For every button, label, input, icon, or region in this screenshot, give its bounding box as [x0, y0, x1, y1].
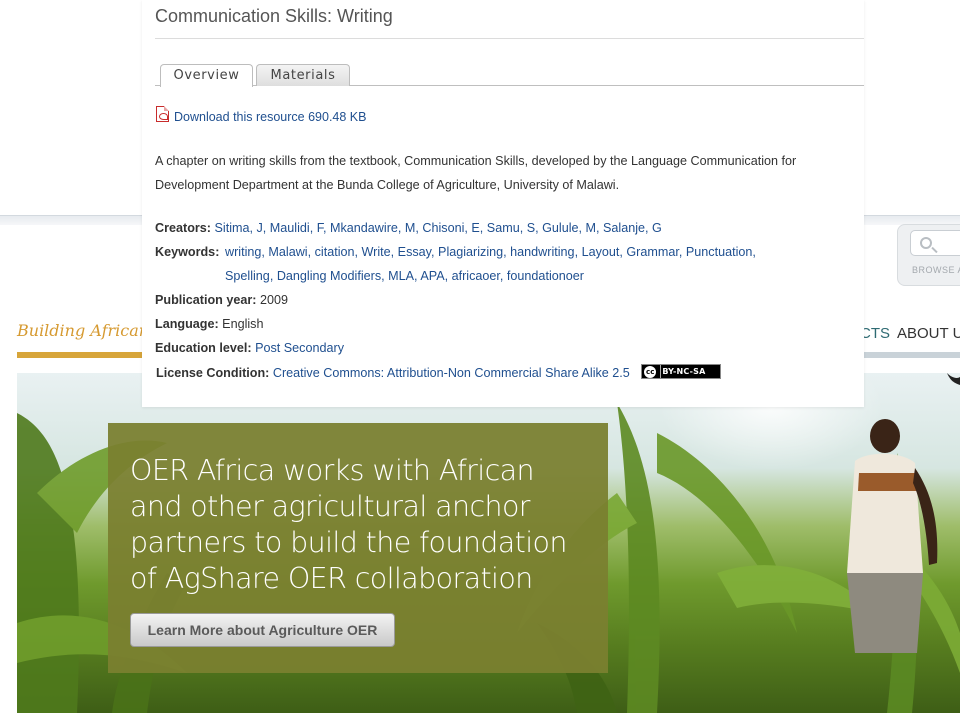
pdf-icon: [156, 106, 169, 122]
page-title: Communication Skills: Writing: [155, 6, 393, 26]
site-tagline: Building African: [17, 321, 150, 340]
keywords-label: Keywords:: [155, 245, 220, 259]
learn-more-button[interactable]: Learn More about Agriculture OER: [130, 613, 395, 647]
keyword-link[interactable]: Punctuation: [686, 245, 753, 259]
resource-card: Communication Skills: Writing Overview M…: [142, 0, 864, 407]
keyword-link[interactable]: MLA: [388, 269, 414, 283]
creator-link[interactable]: Chisoni, E: [422, 221, 479, 235]
keywords-row: Keywords:: [155, 245, 219, 259]
keyword-link[interactable]: Malawi: [268, 245, 307, 259]
license-row: License Condition: Creative Commons: Att…: [156, 364, 722, 381]
keyword-link[interactable]: Write: [362, 245, 391, 259]
keyword-link[interactable]: Dangling Modifiers: [277, 269, 381, 283]
hero-callout: OER Africa works with African and other …: [108, 423, 608, 673]
publication-year-label: Publication year:: [155, 293, 257, 307]
language-label: Language:: [155, 317, 219, 331]
search-input[interactable]: [910, 230, 960, 256]
education-level-link[interactable]: Post Secondary: [255, 341, 344, 355]
browse-link[interactable]: BROWSE A: [912, 265, 960, 275]
hero-banner: OER Africa works with African and other …: [17, 373, 960, 713]
resource-description: A chapter on writing skills from the tex…: [155, 154, 797, 192]
education-level-label: Education level:: [155, 341, 252, 355]
farmer-figure: [847, 419, 938, 653]
language-value: English: [222, 317, 264, 331]
license-link[interactable]: Creative Commons: Attribution-Non Commer…: [273, 366, 630, 380]
page: BROWSE A Building African CTS ABOUT U OE…: [0, 0, 960, 720]
cc-icon: cc: [644, 366, 657, 379]
nav-item-projects[interactable]: CTS: [860, 325, 890, 342]
keyword-link[interactable]: writing: [225, 245, 261, 259]
creators-list: Sitima, J, Maulidi, F, Mkandawire, M, Ch…: [214, 221, 662, 235]
keyword-link[interactable]: APA: [420, 269, 444, 283]
keywords-list-line-1: writing, Malawi, citation, Write, Essay,…: [225, 245, 756, 259]
search-widget: BROWSE A: [897, 224, 960, 286]
keyword-link[interactable]: Spelling: [225, 269, 270, 283]
keyword-link[interactable]: Grammar: [626, 245, 678, 259]
keywords-list-line-2: Spelling, Dangling Modifiers, MLA, APA, …: [225, 269, 584, 283]
keyword-link[interactable]: africaoer: [452, 269, 500, 283]
creator-link[interactable]: Gulule, M: [542, 221, 596, 235]
creator-link[interactable]: Mkandawire, M: [330, 221, 415, 235]
keyword-link[interactable]: citation: [315, 245, 355, 259]
education-level-row: Education level: Post Secondary: [155, 341, 344, 355]
keyword-link[interactable]: handwriting: [510, 245, 574, 259]
creator-link[interactable]: Samu, S: [487, 221, 535, 235]
nav-item-about[interactable]: ABOUT U: [897, 325, 960, 342]
license-label: License Condition:: [156, 366, 270, 380]
keyword-link[interactable]: Layout: [582, 245, 620, 259]
creators-label: Creators:: [155, 221, 211, 235]
download-resource-link[interactable]: Download this resource 690.48 KB: [174, 110, 366, 124]
keyword-link[interactable]: foundationoer: [507, 269, 584, 283]
keyword-link[interactable]: Essay: [398, 245, 431, 259]
hero-heading: OER Africa works with African and other …: [130, 454, 567, 595]
publication-year-value: 2009: [259, 293, 289, 307]
language-row: Language: English: [155, 317, 263, 331]
creators-row: Creators: Sitima, J, Maulidi, F, Mkandaw…: [155, 221, 662, 235]
title-divider: [155, 38, 864, 39]
cc-badge-text: BY-NC-SA: [662, 367, 706, 377]
keyword-link[interactable]: Plagiarizing: [438, 245, 503, 259]
creator-link[interactable]: Salanje, G: [603, 221, 662, 235]
creator-link[interactable]: Sitima, J: [215, 221, 263, 235]
tab-materials[interactable]: Materials: [256, 64, 350, 86]
creator-link[interactable]: Maulidi, F: [270, 221, 323, 235]
publication-year-row: Publication year: 2009: [155, 293, 288, 307]
search-icon[interactable]: [920, 237, 932, 249]
tab-overview[interactable]: Overview: [160, 64, 253, 87]
cc-license-badge[interactable]: cc BY-NC-SA: [641, 364, 722, 380]
